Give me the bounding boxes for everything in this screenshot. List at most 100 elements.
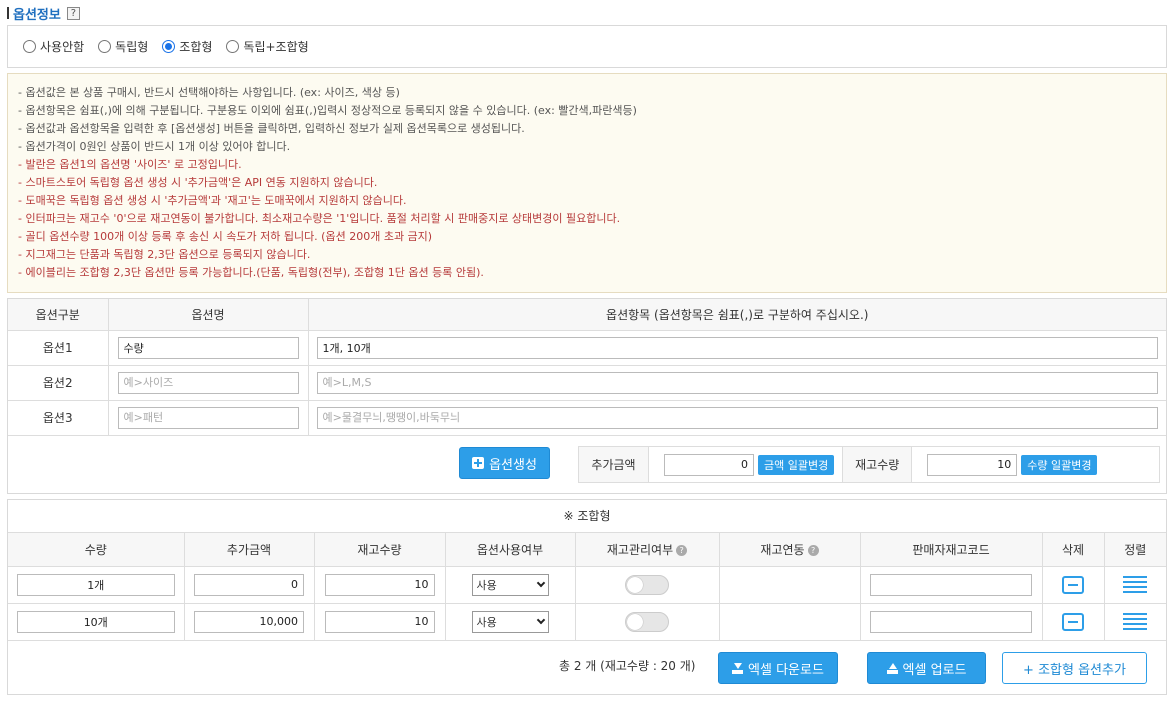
combination-title: ※ 조합형 (8, 500, 1166, 533)
seller-code-input[interactable] (870, 610, 1032, 633)
notice-line: - 지그재그는 단품과 독립형 2,3단 옵션으로 등록되지 않습니다. (18, 248, 311, 261)
excel-download-button[interactable]: 엑셀 다운로드 (718, 652, 838, 684)
combo-qty-input[interactable] (16, 610, 175, 633)
option-items-input-1[interactable] (316, 336, 1158, 359)
total-count-text: 총 2 개 (재고수량 : 20 개) (559, 659, 696, 673)
combo-use-select[interactable]: 사용 (471, 610, 549, 633)
stock-manage-toggle[interactable] (625, 574, 669, 595)
radio-button[interactable] (98, 40, 112, 53)
generate-option-button[interactable]: 옵션생성 (459, 447, 550, 479)
excel-upload-label: 엑셀 업로드 (902, 662, 967, 678)
option-row-2: 옵션2 (8, 365, 1166, 401)
option-name-input-1[interactable] (117, 336, 299, 359)
option-items-input-3[interactable] (316, 406, 1158, 429)
notice-line: - 발란은 옵션1의 옵션명 '사이즈' 로 고정입니다. (18, 158, 242, 171)
combination-row: 사용 (8, 566, 1166, 604)
option-row-label: 옵션2 (8, 365, 109, 401)
help-icon[interactable]: ? (66, 6, 80, 20)
col-stock-manage: 재고관리여부? (575, 533, 720, 567)
option-input-table: 옵션구분 옵션명 옵션항목 (옵션항목은 쉼표(,)로 구분하여 주십시오.) … (8, 299, 1166, 436)
sort-handle-icon[interactable] (1123, 612, 1148, 631)
notice-line: - 골디 옵션수량 100개 이상 등록 후 송신 시 속도가 저하 됩니다. … (18, 230, 433, 243)
combo-price-input[interactable] (194, 573, 304, 596)
chevron-down-icon (536, 615, 545, 625)
col-sort: 정렬 (1104, 533, 1166, 567)
col-option-name: 옵션명 (108, 299, 309, 331)
sort-handle-icon[interactable] (1123, 575, 1148, 594)
col-price: 추가금액 (184, 533, 315, 567)
option-input-panel: 옵션구분 옵션명 옵션항목 (옵션항목은 쉼표(,)로 구분하여 주십시오.) … (7, 298, 1167, 494)
upload-icon (886, 662, 898, 674)
combo-price-input[interactable] (194, 610, 304, 633)
section-title-text: 옵션정보 (13, 7, 61, 23)
title-bar (7, 7, 9, 19)
combination-table: 수량 추가금액 재고수량 옵션사용여부 재고관리여부? 재고연동? 판매자재고코… (8, 533, 1166, 641)
radio-button[interactable] (226, 40, 240, 53)
download-icon (732, 662, 744, 674)
help-icon[interactable]: ? (676, 544, 688, 556)
plus-square-icon (472, 457, 485, 469)
col-qty: 수량 (8, 533, 185, 567)
add-combination-button[interactable]: + 조합형 옵션추가 (1002, 652, 1147, 684)
notice-line: - 도매꾹은 독립형 옵션 생성 시 '추가금액'과 '재고'는 도매꾹에서 지… (18, 194, 407, 207)
seller-code-input[interactable] (870, 573, 1032, 596)
combination-footer: 총 2 개 (재고수량 : 20 개) 엑셀 다운로드 엑셀 업로드 + 조합형… (8, 641, 1166, 694)
combo-stock-input[interactable] (324, 610, 435, 633)
stock-sync-cell (719, 566, 861, 604)
bulk-stock-button[interactable]: 수량 일괄변경 (1021, 454, 1098, 475)
stock-manage-toggle[interactable] (625, 611, 669, 632)
radio-option-both[interactable]: 독립+조합형 (226, 38, 309, 55)
col-option-items: 옵션항목 (옵션항목은 쉼표(,)로 구분하여 주십시오.) (308, 299, 1166, 331)
notice-line: - 스마트스토어 독립형 옵션 생성 시 '추가금액'은 API 연동 지원하지… (18, 176, 378, 189)
stock-sync-cell (719, 603, 861, 641)
radio-label: 사용안함 (40, 40, 85, 54)
option-name-input-3[interactable] (117, 406, 299, 429)
radio-label: 독립+조합형 (243, 40, 309, 54)
select-value: 사용 (476, 578, 497, 592)
col-option-type: 옵션구분 (8, 299, 109, 331)
radio-button-selected[interactable] (162, 40, 176, 53)
radio-label: 독립형 (115, 40, 149, 54)
generate-option-label: 옵션생성 (489, 457, 537, 473)
bulk-stock-input[interactable] (927, 453, 1018, 476)
radio-option-none[interactable]: 사용안함 (23, 38, 84, 55)
delete-row-icon[interactable] (1062, 575, 1084, 594)
option-row-1: 옵션1 (8, 330, 1166, 366)
radio-option-combination[interactable]: 조합형 (162, 38, 212, 55)
select-value: 사용 (476, 615, 497, 629)
option-row-label: 옵션1 (8, 330, 109, 366)
notice-line: - 에이블리는 조합형 2,3단 옵션만 등록 가능합니다.(단품, 독립형(전… (18, 266, 484, 279)
excel-upload-button[interactable]: 엑셀 업로드 (867, 652, 986, 684)
help-icon[interactable]: ? (807, 544, 819, 556)
combo-use-select[interactable]: 사용 (471, 573, 549, 596)
option-row-3: 옵션3 (8, 400, 1166, 436)
bulk-price-button[interactable]: 금액 일괄변경 (758, 454, 835, 475)
chevron-down-icon (536, 578, 545, 588)
section-title: 옵션정보 ? (7, 4, 80, 23)
bulk-edit-bar: 추가금액 금액 일괄변경 재고수량 수량 일괄변경 (578, 446, 1160, 483)
col-stock-sync-label: 재고연동 (760, 542, 805, 557)
col-stock: 재고수량 (314, 533, 446, 567)
combo-stock-input[interactable] (324, 573, 435, 596)
notice-line: - 옵션항목은 쉼표(,)에 의해 구분됩니다. 구분용도 이외에 쉼표(,)입… (18, 104, 637, 117)
bulk-price-label: 추가금액 (579, 447, 649, 482)
combination-row: 사용 (8, 603, 1166, 641)
option-type-radio-group: 사용안함 독립형 조합형 독립+조합형 (7, 25, 1167, 68)
option-items-input-2[interactable] (316, 371, 1158, 394)
col-seller-code: 판매자재고코드 (860, 533, 1043, 567)
notice-line: - 인터파크는 재고수 '0'으로 재고연동이 불가합니다. 최소재고수량은 '… (18, 212, 621, 225)
bulk-stock-label: 재고수량 (842, 447, 913, 482)
radio-button[interactable] (23, 40, 36, 53)
col-use: 옵션사용여부 (445, 533, 576, 567)
notice-box: - 옵션값은 본 상품 구매시, 반드시 선택해야하는 사항입니다. (ex: … (7, 73, 1167, 293)
bulk-price-input[interactable] (664, 453, 754, 476)
col-delete: 삭제 (1042, 533, 1105, 567)
delete-row-icon[interactable] (1062, 612, 1084, 631)
combo-qty-input[interactable] (16, 573, 175, 596)
option-row-label: 옵션3 (8, 400, 109, 436)
col-stock-sync: 재고연동? (719, 533, 861, 567)
excel-download-label: 엑셀 다운로드 (748, 662, 824, 678)
option-name-input-2[interactable] (117, 371, 299, 394)
notice-line: - 옵션가격이 0원인 상품이 반드시 1개 이상 있어야 합니다. (18, 140, 291, 153)
radio-option-independent[interactable]: 독립형 (98, 38, 148, 55)
